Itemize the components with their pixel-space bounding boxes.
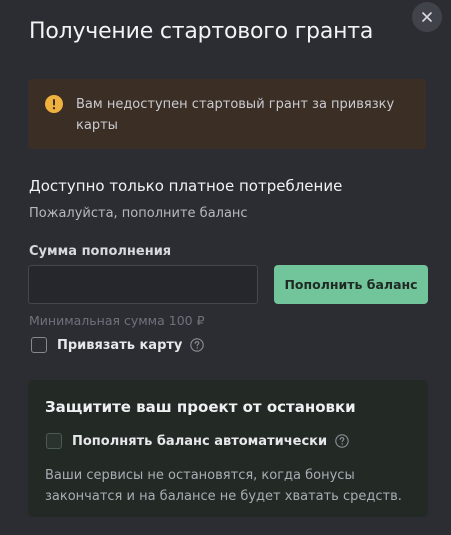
warning-banner: Вам недоступен стартовый грант за привяз… xyxy=(28,79,426,149)
protect-title: Защитите ваш проект от остановки xyxy=(45,398,356,416)
bind-card-label: Привязать карту xyxy=(57,337,183,353)
start-grant-modal: Получение стартового гранта Вам недоступ… xyxy=(0,0,451,535)
close-icon xyxy=(422,12,432,22)
min-amount-hint: Минимальная сумма 100 ₽ xyxy=(29,313,205,328)
close-button[interactable] xyxy=(412,2,442,32)
topup-button[interactable]: Пополнить баланс xyxy=(274,265,428,304)
protect-project-panel: Защитите ваш проект от остановки Пополня… xyxy=(28,380,428,517)
auto-topup-checkbox[interactable] xyxy=(46,433,62,449)
section-heading: Доступно только платное потребление xyxy=(29,177,343,195)
modal-title: Получение стартового гранта xyxy=(29,19,374,44)
help-icon[interactable] xyxy=(190,338,205,352)
auto-topup-label: Пополнять баланс автоматически xyxy=(72,433,328,449)
auto-topup-option[interactable]: Пополнять баланс автоматически xyxy=(46,432,349,450)
help-icon[interactable] xyxy=(335,434,349,448)
amount-label: Сумма пополнения xyxy=(29,244,172,259)
warning-text: Вам недоступен стартовый грант за привяз… xyxy=(76,97,395,133)
warning-circle-icon xyxy=(45,95,63,113)
bind-card-checkbox[interactable] xyxy=(31,337,47,353)
section-subtext: Пожалуйста, пополните баланс xyxy=(29,206,248,221)
bind-card-option[interactable]: Привязать карту xyxy=(31,336,205,354)
protect-description: Ваши сервисы не остановятся, когда бонус… xyxy=(45,468,402,504)
amount-input[interactable] xyxy=(28,265,258,304)
